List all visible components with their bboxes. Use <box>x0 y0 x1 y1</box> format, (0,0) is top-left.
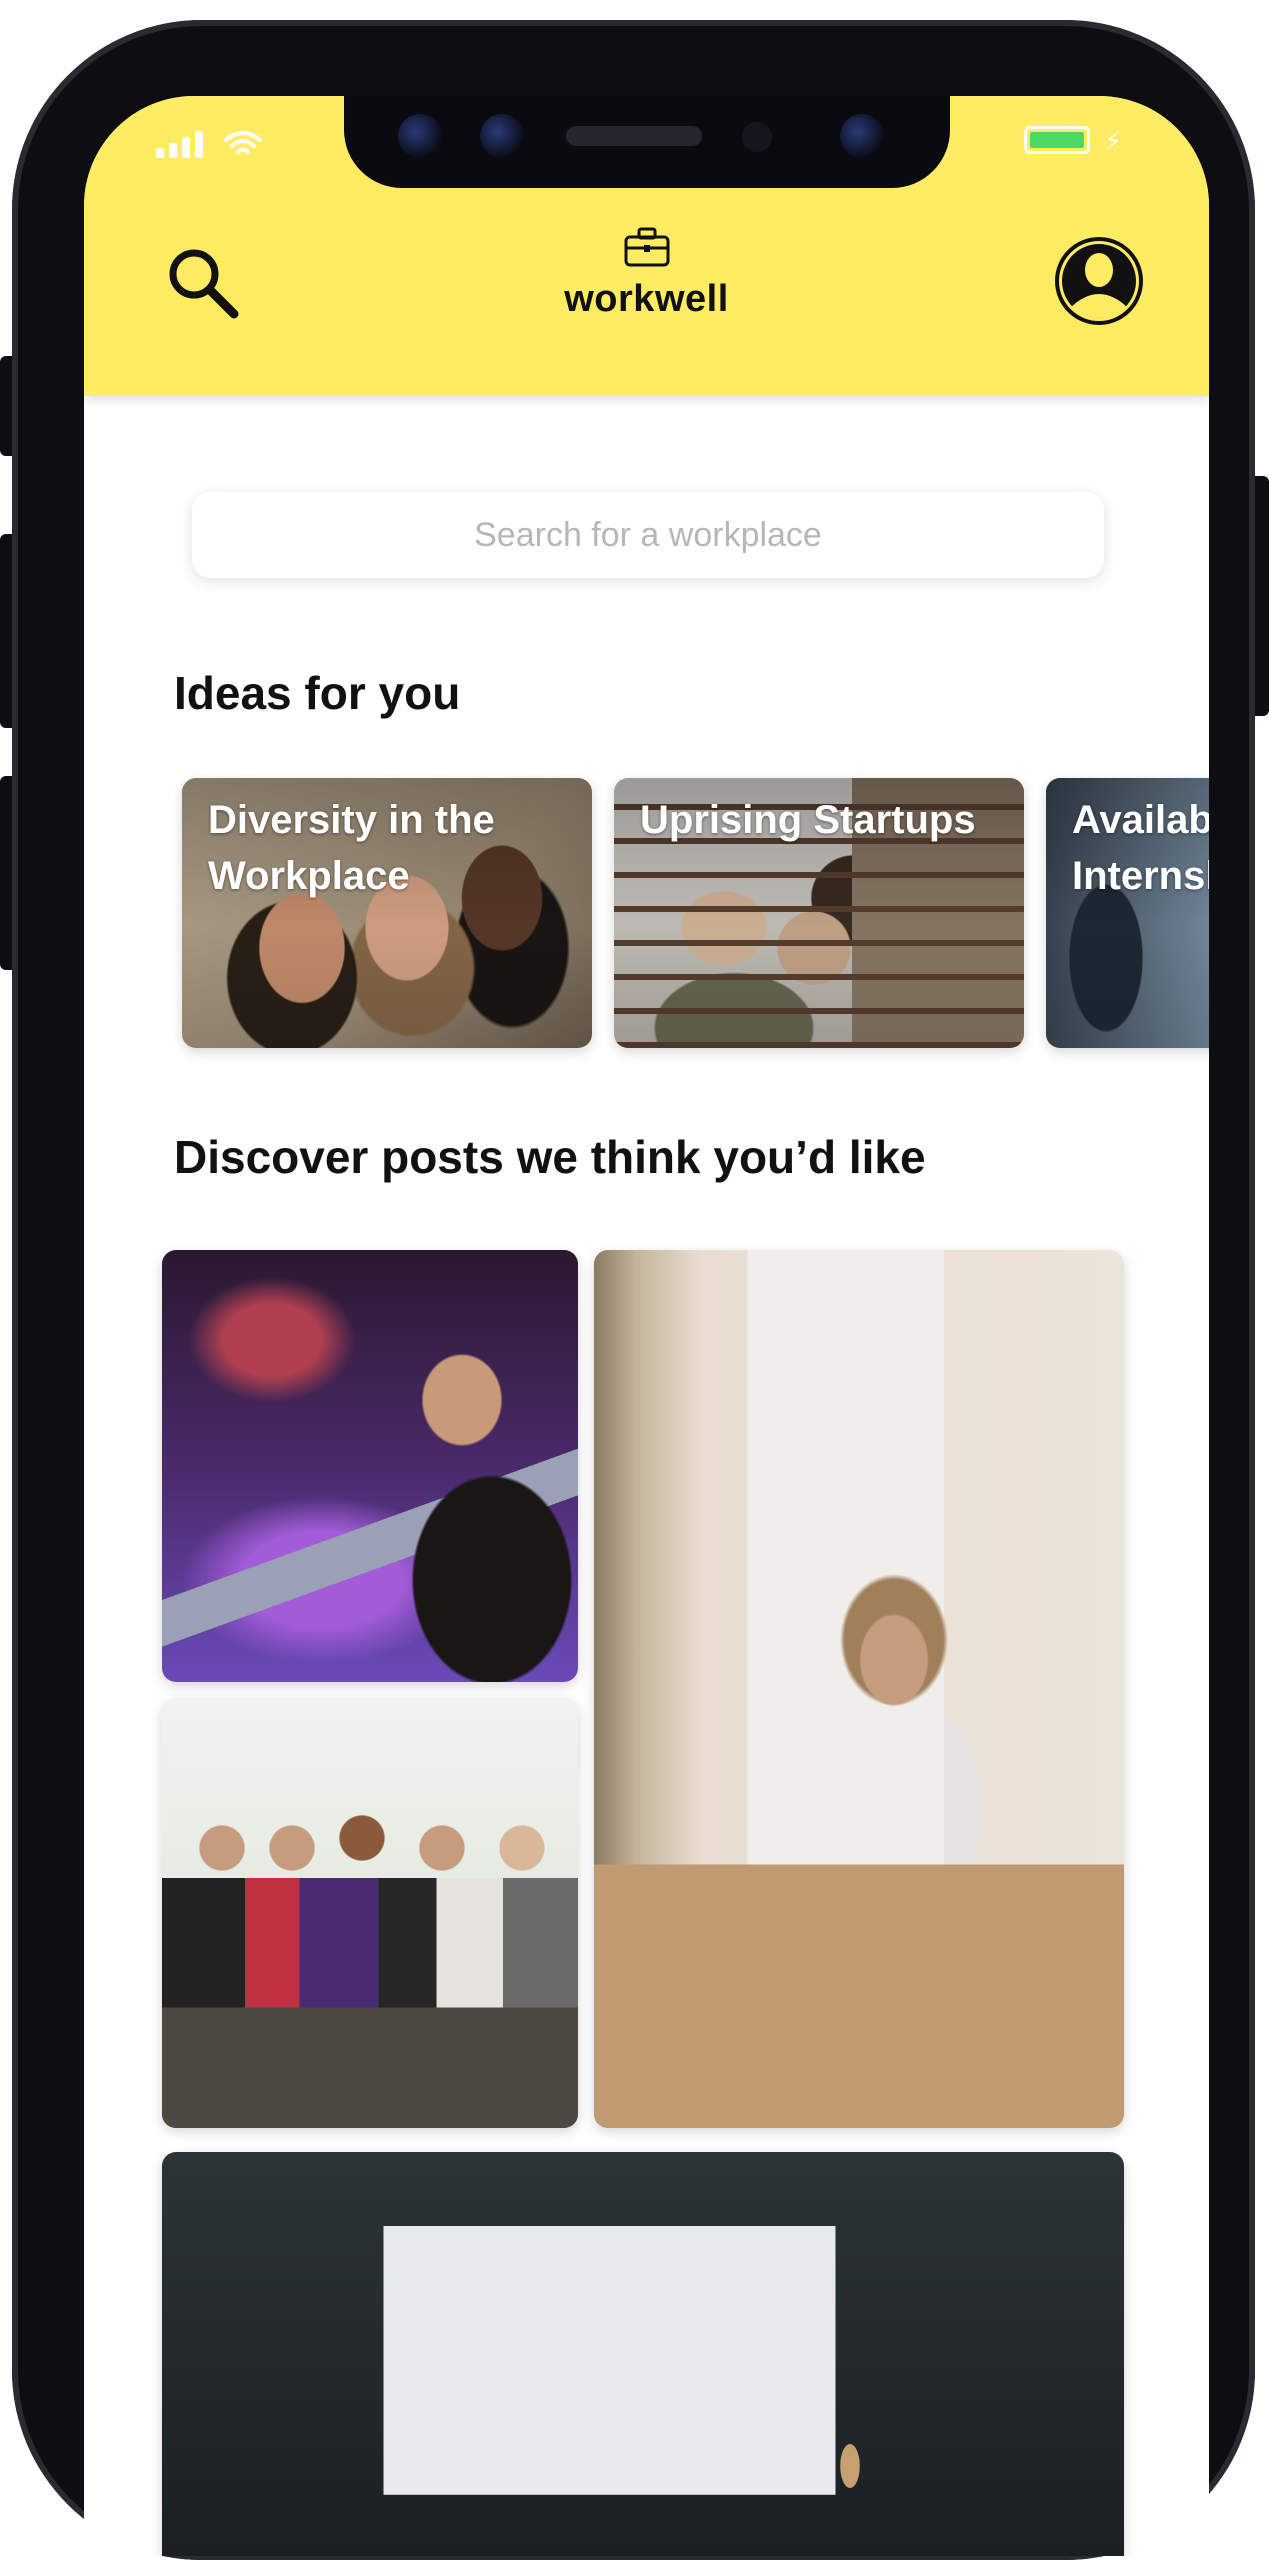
device-mockup: ⚡ workwell Search for a workplace Ideas … <box>0 0 1269 2560</box>
camera-lens-icon <box>398 114 442 158</box>
status-bar-left <box>156 128 263 158</box>
app-brand: workwell <box>484 226 809 321</box>
user-avatar-icon[interactable] <box>1054 236 1144 326</box>
search-icon[interactable] <box>164 244 244 324</box>
post-card-team-celebration[interactable] <box>162 1698 578 2128</box>
discover-section-title: Discover posts we think you’d like <box>174 1131 926 1183</box>
search-placeholder: Search for a workplace <box>474 515 822 554</box>
camera-lens-icon <box>840 114 884 158</box>
post-card-woman-laptop[interactable] <box>594 1250 1124 2128</box>
camera-notch <box>344 96 950 188</box>
post-photo <box>594 1250 1124 2128</box>
app-screen: ⚡ workwell Search for a workplace Ideas … <box>84 96 1209 2556</box>
post-card-coding-event[interactable] <box>162 1250 578 1682</box>
battery-icon <box>1024 126 1090 154</box>
post-photo <box>162 1698 578 2128</box>
ideas-section-title: Ideas for you <box>174 667 461 719</box>
camera-lens-icon <box>480 114 524 158</box>
idea-card-label: Uprising Startups <box>640 798 976 842</box>
signal-bars-icon <box>156 131 203 158</box>
post-photo <box>162 1250 578 1682</box>
workplace-search-input[interactable]: Search for a workplace <box>192 492 1104 578</box>
post-card-conference-talk[interactable] <box>162 2152 1124 2556</box>
phone-frame: ⚡ workwell Search for a workplace Ideas … <box>12 20 1255 2560</box>
proximity-sensor <box>742 122 772 152</box>
wifi-icon <box>224 131 262 154</box>
idea-card-startups[interactable]: Uprising Startups <box>614 778 1024 1048</box>
idea-card-diversity[interactable]: Diversity in the Workplace <box>182 778 592 1048</box>
idea-card-label: Diversity in the Workplace <box>208 798 495 898</box>
briefcase-icon <box>624 227 669 267</box>
charging-bolt-icon: ⚡ <box>1104 126 1123 156</box>
idea-card-internships[interactable]: Available Internships <box>1046 778 1209 1048</box>
app-header: ⚡ workwell <box>84 96 1209 396</box>
earpiece-speaker <box>566 126 702 146</box>
app-name: workwell <box>564 278 729 320</box>
post-photo <box>162 2152 1124 2556</box>
idea-card-label: Available Internships <box>1072 798 1209 898</box>
